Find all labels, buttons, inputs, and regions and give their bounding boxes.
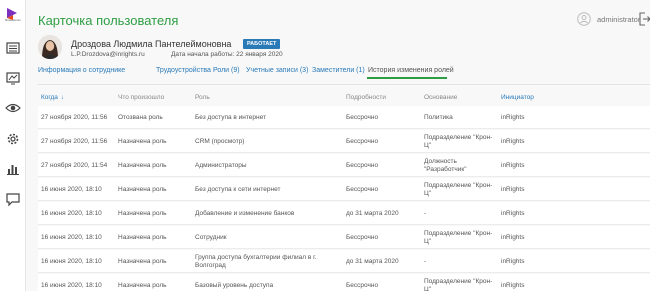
cell-reason: Подразделение "Крон-Ц" [424, 134, 493, 149]
tab-role-history[interactable]: История изменения ролей [368, 67, 454, 74]
cell-event: Назначена роль [118, 282, 167, 289]
table-row[interactable]: 27 ноября 2020, 11:56 Назначена роль CRM (… [38, 130, 650, 153]
cell-initiator: inRights [501, 186, 525, 193]
cell-event: Назначена роль [118, 162, 167, 169]
user-photo-icon [38, 35, 62, 59]
cell-when: 16 июня 2020, 18:10 [41, 282, 102, 289]
table-row[interactable]: 16 июня 2020, 18:10 Назначена роль Базовый… [38, 274, 650, 291]
table-row[interactable]: 27 ноября 2020, 11:54 Назначена роль Админ… [38, 154, 650, 177]
cell-reason: - [424, 210, 427, 217]
cell-details: Бессрочно [346, 186, 379, 193]
cell-event: Назначена роль [118, 186, 167, 193]
page-title: Карточка пользователя [38, 13, 179, 28]
user-icon[interactable] [577, 12, 591, 26]
active-tab-indicator [367, 77, 447, 79]
cell-role: Группа доступа бухгалтерии филиал в г. В… [195, 254, 317, 269]
sidebar: Rostelecom [0, 0, 26, 291]
cell-reason: - [424, 258, 427, 265]
rostelecom-logo-icon [7, 8, 17, 20]
cell-event: Назначена роль [118, 138, 167, 145]
cell-when: 16 июня 2020, 18:10 [41, 210, 102, 217]
cell-event: Назначена роль [118, 210, 167, 217]
column-header-when[interactable]: Когда ↓ [41, 94, 64, 101]
table-header: Когда ↓ Что произошло Роль Подробности Ос… [38, 91, 650, 105]
user-full-name: Дроздова Людмила Пантелеймоновна [71, 39, 232, 49]
cell-event: Отозвана роль [118, 114, 163, 121]
cell-when: 16 июня 2020, 18:10 [41, 258, 102, 265]
cell-initiator: inRights [501, 258, 525, 265]
cell-role: Без доступа в интернет [195, 114, 267, 121]
table-row[interactable]: 16 июня 2020, 18:10 Назначена роль Группа … [38, 250, 650, 273]
cell-role: Базовый уровень доступа [195, 282, 274, 289]
cell-initiator: inRights [501, 282, 525, 289]
cell-role: Сотрудник [195, 234, 227, 241]
gear-icon[interactable] [5, 131, 21, 147]
monitor-icon[interactable] [5, 70, 21, 86]
chat-icon[interactable] [5, 191, 21, 207]
column-header-role: Роль [195, 94, 210, 101]
cell-role: Без доступа к сети интернет [195, 186, 281, 193]
tab-roles[interactable]: Роли (9) [213, 67, 240, 74]
current-username[interactable]: administrator [597, 15, 640, 24]
table-row[interactable]: 16 июня 2020, 18:10 Назначена роль Сотрудн… [38, 226, 650, 249]
cell-details: Бессрочно [346, 162, 379, 169]
cell-role: Добавление и изменение банков [195, 210, 295, 217]
column-header-details: Подробности [346, 94, 386, 101]
cell-details: Бессрочно [346, 282, 379, 289]
tab-accounts[interactable]: Учетные записи (3) [246, 67, 308, 74]
cell-initiator: inRights [501, 234, 525, 241]
tabs-divider [38, 84, 650, 85]
eye-icon[interactable] [5, 100, 21, 116]
cell-reason: Должность "Разработчик" [424, 158, 467, 173]
cell-details: до 31 марта 2020 [346, 258, 399, 265]
logout-icon[interactable] [639, 12, 650, 26]
status-badge: РАБОТАЕТ [243, 39, 281, 49]
table-row[interactable]: 27 ноября 2020, 11:56 Отозвана роль Без до… [38, 106, 650, 129]
cell-reason: Подразделение "Крон-Ц" [424, 278, 493, 291]
cell-reason: Подразделение "Крон-Ц" [424, 230, 493, 245]
main-content: Карточка пользователя administrator Дроз… [26, 0, 650, 291]
cell-details: Бессрочно [346, 234, 379, 241]
cell-initiator: inRights [501, 114, 525, 121]
cell-details: Бессрочно [346, 138, 379, 145]
table-row[interactable]: 16 июня 2020, 18:10 Назначена роль Без дос… [38, 178, 650, 201]
cell-when: 27 ноября 2020, 11:56 [41, 114, 108, 121]
cell-when: 16 июня 2020, 18:10 [41, 186, 102, 193]
user-email: L.P.Drozdova@inrights.ru [71, 51, 145, 58]
cell-role: Администраторы [195, 162, 247, 169]
tab-deputies[interactable]: Заместители (1) [312, 67, 365, 74]
cell-role: CRM (просмотр) [195, 138, 245, 145]
tab-employment[interactable]: Трудоустройства [156, 67, 211, 74]
cell-reason: Политика [424, 114, 453, 121]
tab-employee-info[interactable]: Информация о сотруднике [38, 67, 125, 74]
cell-when: 27 ноября 2020, 11:54 [41, 162, 108, 169]
cell-initiator: inRights [501, 162, 525, 169]
avatar [38, 35, 62, 59]
bar-chart-icon[interactable] [5, 161, 21, 177]
column-header-event: Что произошло [118, 94, 165, 101]
list-icon[interactable] [5, 40, 21, 56]
cell-when: 16 июня 2020, 18:10 [41, 234, 102, 241]
cell-initiator: inRights [501, 210, 525, 217]
column-header-reason: Основание [424, 94, 458, 101]
cell-event: Назначена роль [118, 234, 167, 241]
table-row[interactable]: 16 июня 2020, 18:10 Назначена роль Добавле… [38, 202, 650, 225]
column-header-initiator[interactable]: Инициатор [501, 94, 534, 101]
start-date: Дата начала работы: 22 января 2020 [171, 51, 283, 58]
cell-when: 27 ноября 2020, 11:56 [41, 138, 108, 145]
cell-details: до 31 марта 2020 [346, 210, 399, 217]
sort-down-icon[interactable]: ↓ [61, 95, 64, 101]
cell-initiator: inRights [501, 138, 525, 145]
cell-reason: Подразделение "Крон-Ц" [424, 182, 493, 197]
cell-details: Бессрочно [346, 114, 379, 121]
logo-text: Rostelecom [5, 18, 21, 22]
cell-event: Назначена роль [118, 258, 167, 265]
